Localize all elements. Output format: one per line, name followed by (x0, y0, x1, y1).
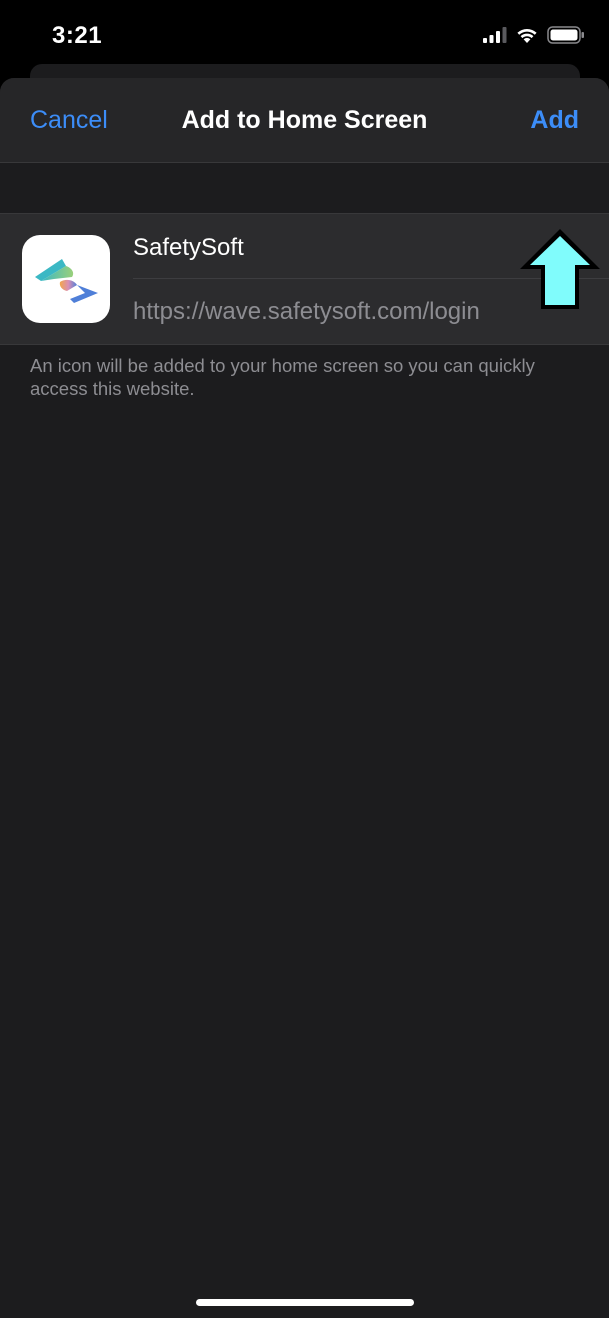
status-bar: 3:21 (0, 0, 609, 70)
add-button[interactable]: Add (530, 106, 579, 135)
cellular-signal-icon (483, 27, 507, 48)
nav-bar: Cancel Add to Home Screen Add (0, 78, 609, 163)
up-arrow-icon (517, 226, 603, 312)
website-url: https://wave.safetysoft.com/login (133, 298, 480, 325)
wifi-icon (515, 26, 539, 49)
status-time: 3:21 (52, 22, 103, 49)
status-icons (483, 26, 585, 49)
cancel-button[interactable]: Cancel (30, 106, 108, 135)
battery-icon (547, 26, 585, 49)
safetysoft-logo-icon (22, 235, 110, 323)
add-to-home-screen: 3:21 Cancel Add to Home Screen Add Safet… (0, 0, 609, 1318)
sheet: Cancel Add to Home Screen Add SafetySoft… (0, 78, 609, 1318)
home-indicator (196, 1299, 414, 1306)
footer-note: An icon will be added to your home scree… (30, 355, 535, 399)
